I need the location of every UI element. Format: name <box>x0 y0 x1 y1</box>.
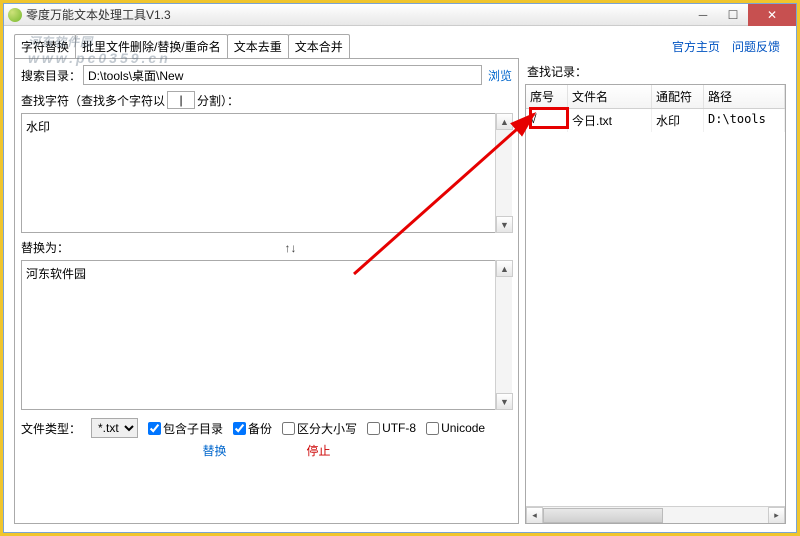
table-row[interactable]: √ 今日.txt 水印 D:\tools <box>526 109 785 132</box>
replace-scrollbar[interactable]: ▲▼ <box>495 260 512 410</box>
find-scrollbar[interactable]: ▲▼ <box>495 113 512 233</box>
search-dir-input[interactable] <box>83 65 482 85</box>
scroll-thumb[interactable] <box>543 508 663 523</box>
feedback-link[interactable]: 问题反馈 <box>732 38 780 55</box>
replace-button[interactable]: 替换 <box>202 442 226 459</box>
records-grid: 席号 文件名 通配符 路径 √ 今日.txt 水印 D:\tools ◂ ▸ <box>525 84 786 524</box>
cell-path: D:\tools <box>704 109 785 132</box>
browse-button[interactable]: 浏览 <box>488 67 512 84</box>
cell-wildcard: 水印 <box>652 109 704 132</box>
tab-merge[interactable]: 文本合并 <box>288 34 350 58</box>
home-link[interactable]: 官方主页 <box>672 38 720 55</box>
col-header-wildcard[interactable]: 通配符 <box>652 85 704 108</box>
main-panel: 搜索目录： 浏览 查找字符（查找多个字符以 分割）： ▲▼ 替换为： <box>14 58 519 524</box>
cell-check: √ <box>526 109 568 132</box>
utf8-checkbox[interactable] <box>367 422 380 435</box>
grid-scrollbar-h[interactable]: ◂ ▸ <box>526 506 785 523</box>
subdir-checkbox[interactable] <box>148 422 161 435</box>
stop-button[interactable]: 停止 <box>307 442 331 459</box>
filetype-select[interactable]: *.txt <box>91 418 138 438</box>
scroll-right-icon[interactable]: ▸ <box>768 507 785 524</box>
close-button[interactable]: ✕ <box>748 4 796 26</box>
swap-arrows[interactable]: ↑↓ <box>69 241 512 255</box>
cell-filename: 今日.txt <box>568 109 652 132</box>
find-label-1: 查找字符（查找多个字符以 <box>21 92 165 109</box>
find-text-input[interactable] <box>21 113 495 233</box>
search-dir-label: 搜索目录： <box>21 67 81 84</box>
minimize-button[interactable]: ─ <box>688 4 718 26</box>
tabs: 字符替换 批里文件删除/替换/重命名 文本去重 文本合并 <box>14 34 525 58</box>
tab-batch-file[interactable]: 批里文件删除/替换/重命名 <box>75 34 228 58</box>
tab-char-replace[interactable]: 字符替换 <box>14 34 76 58</box>
window-title: 零度万能文本处理工具V1.3 <box>26 6 688 23</box>
col-header-filename[interactable]: 文件名 <box>568 85 652 108</box>
backup-checkbox[interactable] <box>233 422 246 435</box>
replace-label: 替换为： <box>21 239 69 256</box>
case-checkbox[interactable] <box>282 422 295 435</box>
col-header-path[interactable]: 路径 <box>704 85 785 108</box>
titlebar: 零度万能文本处理工具V1.3 ─ ☐ ✕ <box>4 4 796 26</box>
tab-dedupe[interactable]: 文本去重 <box>227 34 289 58</box>
scroll-left-icon[interactable]: ◂ <box>526 507 543 524</box>
find-label-2: 分割）： <box>197 92 239 109</box>
app-icon <box>8 8 22 22</box>
unicode-checkbox[interactable] <box>426 422 439 435</box>
records-title: 查找记录： <box>527 63 786 80</box>
separator-input[interactable] <box>167 91 195 109</box>
filetype-label: 文件类型： <box>21 420 81 437</box>
col-header-index[interactable]: 席号 <box>526 85 568 108</box>
maximize-button[interactable]: ☐ <box>718 4 748 26</box>
replace-text-input[interactable] <box>21 260 495 410</box>
